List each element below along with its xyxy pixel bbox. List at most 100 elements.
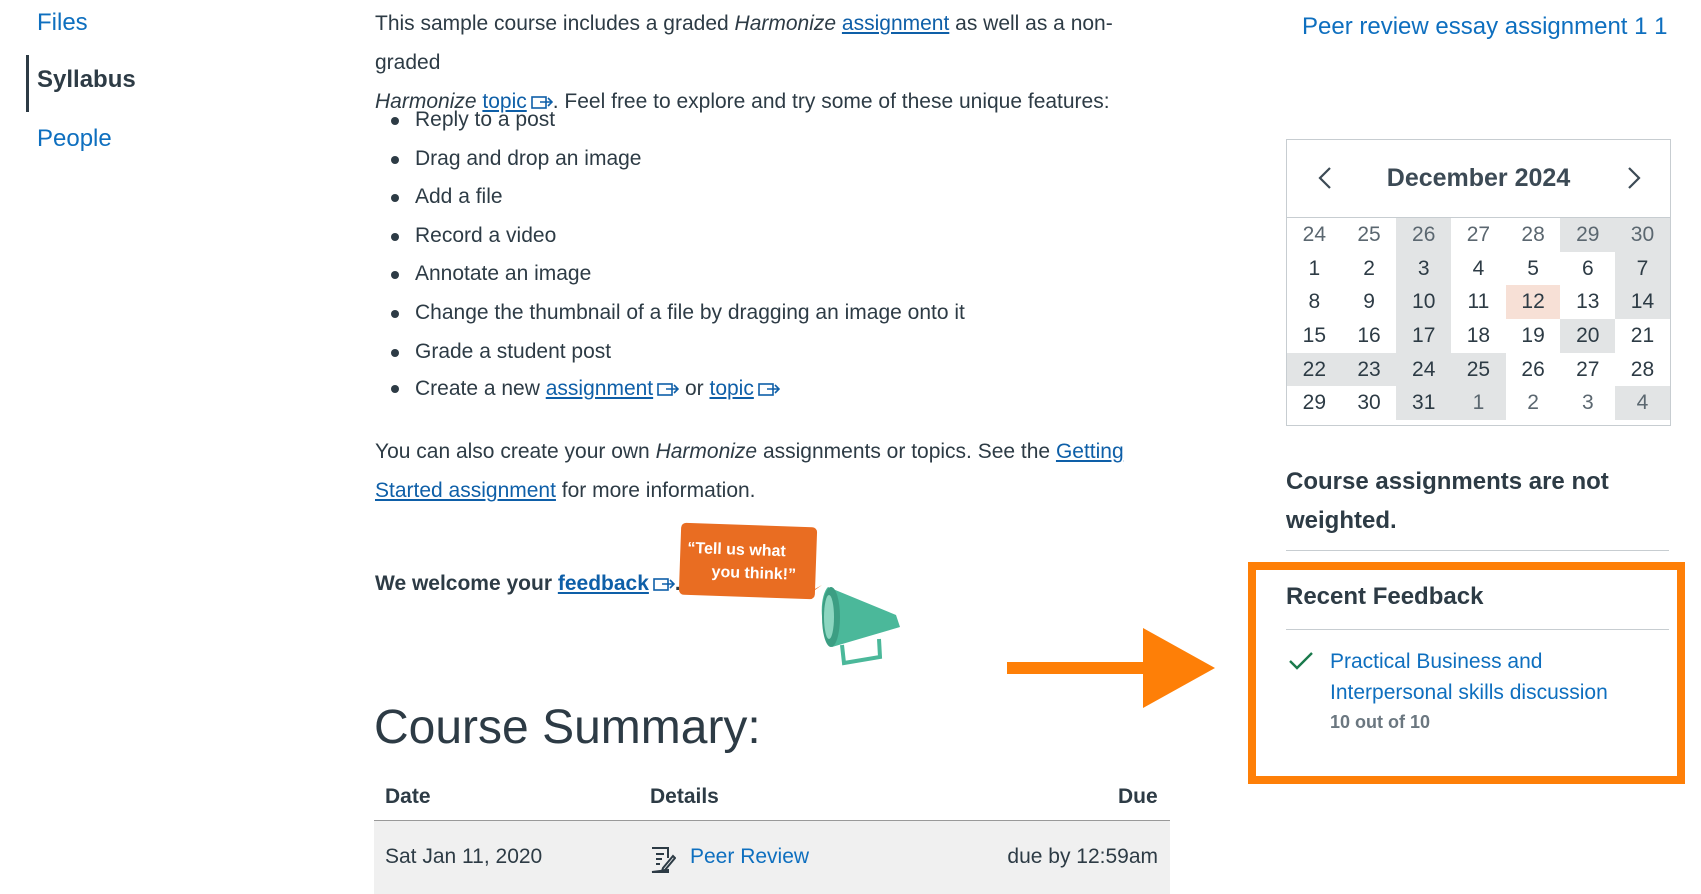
feedback-score: 10 out of 10 <box>1330 712 1431 732</box>
calendar-day[interactable]: 22 <box>1287 352 1342 387</box>
calendar-day[interactable]: 30 <box>1615 218 1670 252</box>
row-details-link[interactable]: Peer Review <box>690 845 809 869</box>
calendar-day[interactable]: 11 <box>1451 285 1506 319</box>
calendar-day[interactable]: 25 <box>1342 218 1397 252</box>
bullet <box>391 385 399 393</box>
calendar-day[interactable]: 20 <box>1560 319 1616 353</box>
calendar-day[interactable]: 2 <box>1342 252 1397 286</box>
external-link-icon <box>758 383 780 396</box>
calendar-day[interactable]: 8 <box>1287 285 1342 319</box>
calendar-day[interactable]: 26 <box>1396 218 1452 252</box>
create-topic-link[interactable]: topic <box>709 377 753 400</box>
calendar-day[interactable]: 12 <box>1505 285 1561 320</box>
calendar-day[interactable]: 29 <box>1287 386 1342 420</box>
calendar-day[interactable]: 15 <box>1287 319 1342 353</box>
checkmark-icon <box>1289 652 1313 670</box>
calendar-day[interactable]: 17 <box>1396 319 1452 353</box>
also-paragraph: You can also create your own Harmonize a… <box>375 432 1175 510</box>
list-item: Change the thumbnail of a file by draggi… <box>391 294 965 333</box>
calendar-day[interactable]: 25 <box>1451 352 1506 387</box>
calendar-day[interactable]: 27 <box>1451 218 1506 252</box>
bubble-line-2: you think!” <box>711 563 797 584</box>
calendar-day[interactable]: 9 <box>1342 285 1397 319</box>
calendar-day[interactable]: 10 <box>1396 285 1452 320</box>
create-or: or <box>679 377 710 400</box>
feedback-item-link[interactable]: Practical Business and Interpersonal ski… <box>1330 646 1650 708</box>
assignment-icon <box>651 847 676 873</box>
intro-assignment-link[interactable]: assignment <box>842 12 949 35</box>
features-list: Reply to a post Drag and drop an image Add… <box>375 101 965 371</box>
external-link-icon <box>657 383 680 396</box>
calendar-day[interactable]: 28 <box>1615 353 1670 387</box>
getting-started-link[interactable]: Getting <box>1056 440 1124 463</box>
calendar-day[interactable]: 1 <box>1451 386 1506 421</box>
welcome-feedback: We welcome your feedback. <box>375 572 681 596</box>
getting-started-link-2[interactable]: Started assignment <box>375 479 556 502</box>
list-item: Annotate an image <box>391 255 965 294</box>
calendar-day[interactable]: 18 <box>1451 319 1506 353</box>
create-prefix: Create a new <box>415 377 546 400</box>
calendar-day[interactable]: 24 <box>1287 218 1342 252</box>
calendar-day[interactable]: 3 <box>1560 386 1615 420</box>
calendar-day[interactable]: 4 <box>1451 252 1506 286</box>
calendar-day[interactable]: 5 <box>1506 252 1561 286</box>
peer-review-link[interactable]: Peer review essay assignment 1 1 <box>1302 5 1682 48</box>
calendar-day[interactable]: 30 <box>1342 386 1397 420</box>
calendar-day[interactable]: 3 <box>1396 251 1452 286</box>
table-header-due: Due <box>1118 785 1158 808</box>
nav-people[interactable]: People <box>37 125 112 153</box>
calendar-day[interactable]: 13 <box>1560 285 1615 319</box>
calendar-day[interactable]: 7 <box>1615 251 1670 286</box>
list-item: Reply to a post <box>391 101 965 140</box>
calendar-day[interactable]: 28 <box>1506 218 1561 252</box>
calendar-day[interactable]: 6 <box>1560 252 1615 286</box>
calendar-day[interactable]: 19 <box>1506 319 1561 353</box>
feedback-link[interactable]: feedback <box>558 572 649 595</box>
list-item: Record a video <box>391 217 965 256</box>
calendar-day[interactable]: 2 <box>1506 386 1561 420</box>
calendar-header: December 2024 <box>1287 140 1670 218</box>
calendar-day[interactable]: 1 <box>1287 252 1342 286</box>
table-header-date: Date <box>385 785 431 808</box>
calendar-day[interactable]: 24 <box>1396 352 1452 387</box>
also-harmonize: Harmonize <box>655 440 758 463</box>
calendar-title: December 2024 <box>1386 164 1571 192</box>
megaphone-icon <box>808 585 900 666</box>
calendar-day[interactable]: 26 <box>1506 353 1561 387</box>
orange-arrow-icon <box>1007 628 1215 708</box>
calendar-day[interactable]: 27 <box>1560 353 1615 387</box>
calendar-day[interactable]: 23 <box>1341 352 1397 387</box>
row-due: due by 12:59am <box>1007 845 1158 868</box>
divider <box>1286 629 1669 630</box>
calendar-day[interactable]: 29 <box>1560 218 1616 252</box>
calendar-grid: 24 25 26 27 28 29 30 1 2 3 4 5 6 7 8 9 10 11 12 13 14 15 16 17 1… <box>1287 218 1670 421</box>
nav-files[interactable]: Files <box>37 9 88 37</box>
list-item-create: Create a new assignment or topic <box>391 370 780 408</box>
nav-syllabus[interactable]: Syllabus <box>37 66 136 94</box>
also-text: You can also create your own <box>375 440 656 463</box>
mini-calendar: December 2024 24 25 26 27 28 29 30 1 2 3 4 5 6 7 8 9 10 1… <box>1286 139 1671 426</box>
list-item: Add a file <box>391 178 965 217</box>
table-header-details: Details <box>650 785 719 808</box>
weight-note: Course assignments are not weighted. <box>1286 468 1609 534</box>
external-link-icon <box>653 578 675 591</box>
calendar-day[interactable]: 4 <box>1615 386 1670 421</box>
nav-active-indicator <box>26 55 29 112</box>
welcome-prefix: We welcome your <box>375 572 558 595</box>
calendar-day[interactable]: 16 <box>1342 319 1397 353</box>
bubble-line-1: “Tell us what <box>687 539 787 561</box>
divider <box>1286 550 1669 551</box>
also-text-2: assignments or topics. See the <box>757 440 1056 463</box>
create-assignment-link[interactable]: assignment <box>546 377 653 400</box>
chevron-right-icon[interactable] <box>1621 166 1645 190</box>
recent-feedback-title: Recent Feedback <box>1286 583 1484 610</box>
calendar-day[interactable]: 21 <box>1615 319 1670 353</box>
calendar-day[interactable]: 31 <box>1396 386 1452 421</box>
row-date: Sat Jan 11, 2020 <box>385 845 543 868</box>
list-item: Drag and drop an image <box>391 140 965 179</box>
also-text-3: for more information. <box>555 479 756 502</box>
calendar-day[interactable]: 14 <box>1615 285 1670 320</box>
intro-harmonize: Harmonize <box>734 12 837 35</box>
list-item: Grade a student post <box>391 333 965 372</box>
intro-text: This sample course includes a graded <box>375 12 735 35</box>
